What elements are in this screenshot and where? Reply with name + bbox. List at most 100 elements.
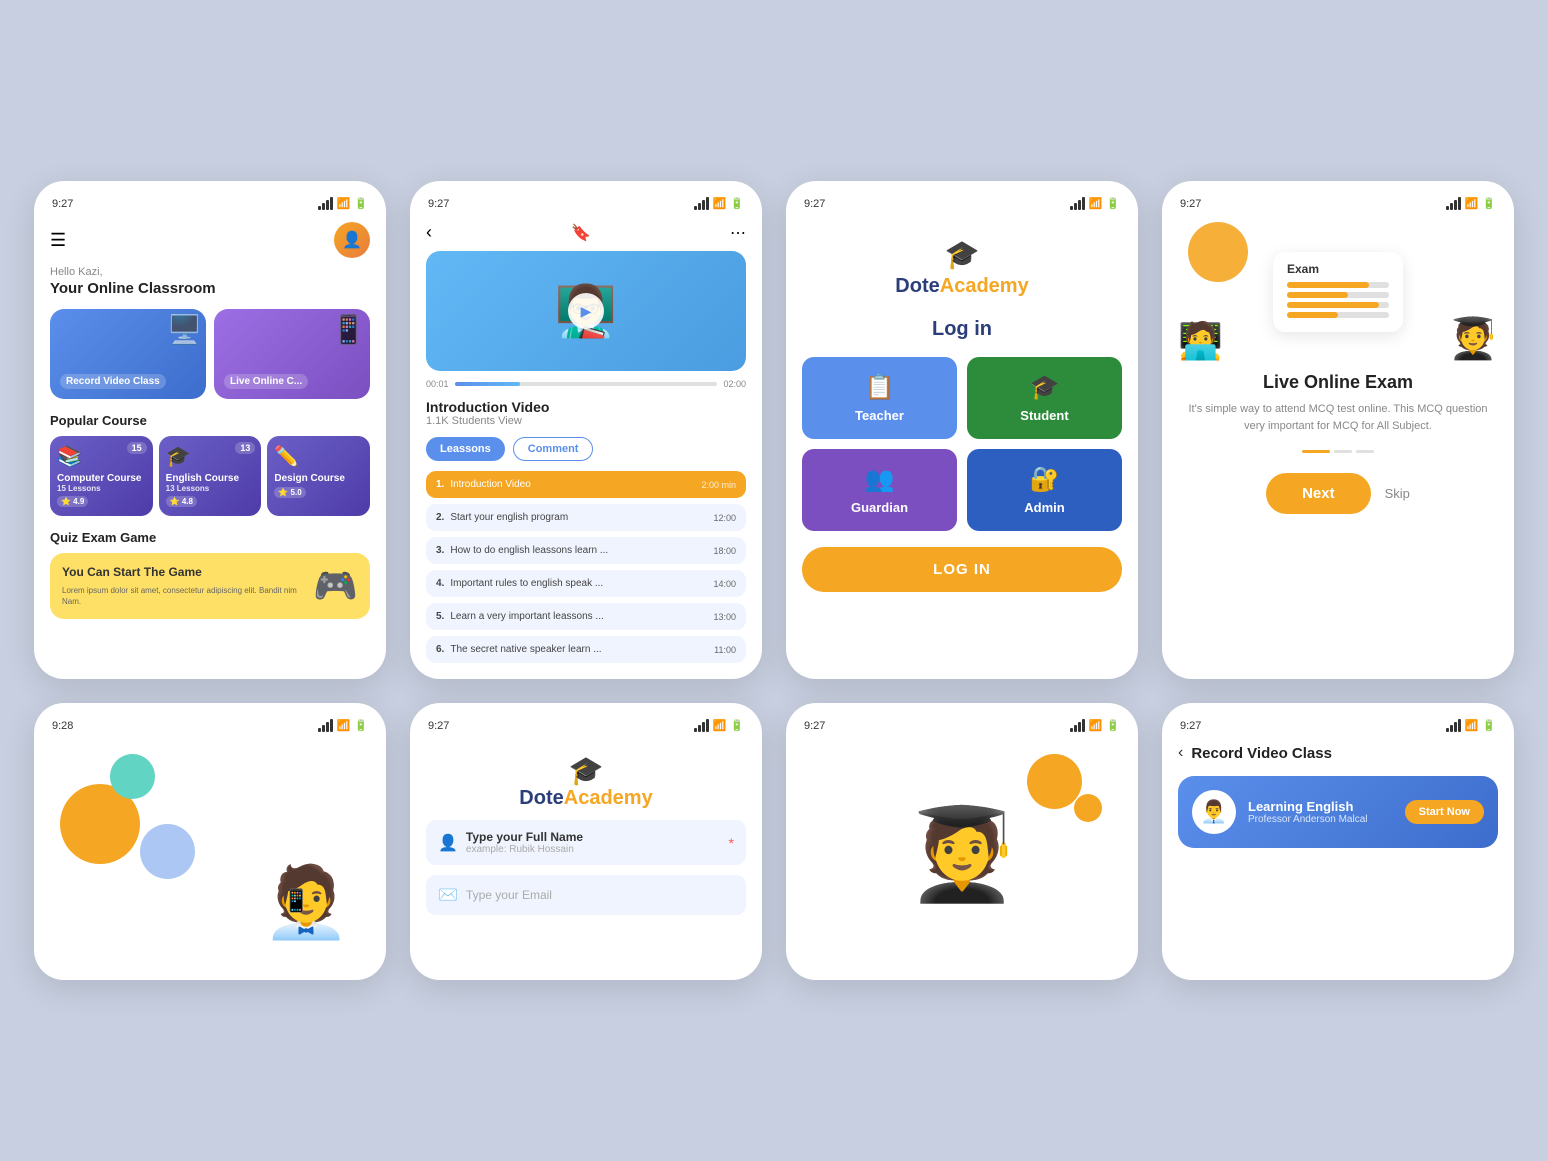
lesson-name-3: How to do english leassons learn ... xyxy=(450,545,707,556)
wifi-icon-4: 📶 xyxy=(1465,197,1479,210)
quiz-box[interactable]: You Can Start The Game Lorem ipsum dolor… xyxy=(50,553,370,619)
video-course-card[interactable]: 👨‍💼 Learning English Professor Anderson … xyxy=(1178,776,1498,848)
lesson-time-3: 18:00 xyxy=(713,546,736,556)
lesson-item-3[interactable]: 3. How to do english leassons learn ... … xyxy=(426,537,746,564)
lesson-name-1: Introduction Video xyxy=(450,479,695,490)
course-num-2: 13 xyxy=(235,442,255,454)
student-label: Student xyxy=(1020,408,1068,423)
course-item-2[interactable]: 🎓 English Course 13 Lessons ⭐ 4.8 13 xyxy=(159,436,262,516)
back-btn-2[interactable]: ‹ xyxy=(426,222,432,243)
student-left-icon: 🧑‍💻 xyxy=(1178,320,1223,362)
progress-track[interactable] xyxy=(455,382,718,386)
required-mark-1: * xyxy=(729,835,734,851)
battery-icon-5: 🔋 xyxy=(354,719,368,732)
circle-blue xyxy=(140,824,195,879)
next-button[interactable]: Next xyxy=(1266,473,1371,514)
course-rating-2: ⭐ 4.8 xyxy=(166,496,197,507)
quiz-illustration: 🎮 xyxy=(313,565,358,607)
dot-2 xyxy=(1334,450,1352,453)
video-title: Introduction Video xyxy=(426,399,746,415)
user-icon-input: 👤 xyxy=(438,833,458,853)
course-item-1[interactable]: 📚 Computer Course 15 Lessons ⭐ 4.9 15 xyxy=(50,436,153,516)
exam-card: Exam xyxy=(1273,252,1403,332)
teacher-avatar: 👨‍💼 xyxy=(1192,790,1236,834)
battery-icon-2: 🔋 xyxy=(730,197,744,210)
back-button-8[interactable]: ‹ xyxy=(1178,744,1183,762)
time-3: 9:27 xyxy=(804,198,825,210)
teacher-name: Professor Anderson Malcal xyxy=(1248,814,1393,825)
role-admin[interactable]: 🔐 Admin xyxy=(967,449,1122,531)
record-video-card[interactable]: 🖥️ Record Video Class xyxy=(50,309,206,399)
lesson-time-4: 14:00 xyxy=(713,579,736,589)
role-guardian[interactable]: 👥 Guardian xyxy=(802,449,957,531)
menu-icon[interactable]: ☰ xyxy=(50,230,66,251)
fullname-text-area: Type your Full Name example: Rubik Hossa… xyxy=(466,830,721,855)
quiz-text: You Can Start The Game Lorem ipsum dolor… xyxy=(62,565,303,607)
fullname-example: example: Rubik Hossain xyxy=(466,844,721,855)
video-nav-header: ‹ 🔖 ⋯ xyxy=(426,222,746,243)
guardian-label: Guardian xyxy=(851,500,908,515)
lesson-list: 1. Introduction Video 2:00 min 2. Start … xyxy=(426,471,746,663)
lesson-name-5: Learn a very important leassons ... xyxy=(450,611,707,622)
tab-comment[interactable]: Comment xyxy=(513,437,594,461)
bookmark-icon[interactable]: 🔖 xyxy=(571,223,591,243)
illustration-area: 🧑‍💼 📱 xyxy=(50,744,370,944)
register-logo: 🎓 DoteAcademy xyxy=(426,744,746,820)
status-bar-7: 9:27 📶 🔋 xyxy=(802,719,1122,732)
course-lessons-2: 13 Lessons xyxy=(166,484,255,493)
lesson-item-6[interactable]: 6. The secret native speaker learn ... 1… xyxy=(426,636,746,663)
role-teacher[interactable]: 📋 Teacher xyxy=(802,357,957,439)
course-rating-1: ⭐ 4.9 xyxy=(57,496,88,507)
video-thumbnail[interactable]: 👨‍🏫 ▶ xyxy=(426,251,746,371)
guardian-icon: 👥 xyxy=(865,465,895,494)
live-online-card[interactable]: 📱 Live Online C... xyxy=(214,309,370,399)
lesson-item-1[interactable]: 1. Introduction Video 2:00 min xyxy=(426,471,746,498)
phone-register: 9:27 📶 🔋 🎓 DoteAcademy 👤 Type your Full … xyxy=(410,703,762,980)
tab-lessons[interactable]: Leassons xyxy=(426,437,505,461)
play-button[interactable]: ▶ xyxy=(568,293,604,329)
lesson-name-4: Important rules to english speak ... xyxy=(450,578,707,589)
app-header-1: ☰ 👤 xyxy=(50,222,370,258)
more-icon[interactable]: ⋯ xyxy=(730,223,746,243)
greeting-small: Hello Kazi, xyxy=(50,266,370,278)
skip-link[interactable]: Skip xyxy=(1385,486,1410,501)
lesson-item-2[interactable]: 2. Start your english program 12:00 xyxy=(426,504,746,531)
student-icon: 🎓 xyxy=(1030,373,1060,402)
exam-card-title: Exam xyxy=(1287,262,1389,276)
exam-illustration: Exam 🧑‍💻 🧑‍🎓 xyxy=(1178,222,1498,362)
video-views: 1.1K Students View xyxy=(426,415,746,427)
lesson-name-2: Start your english program xyxy=(450,512,707,523)
email-input-field[interactable]: ✉️ Type your Email xyxy=(426,875,746,915)
teacher-label: Teacher xyxy=(855,408,904,423)
record-nav-header: ‹ Record Video Class xyxy=(1178,744,1498,762)
avatar[interactable]: 👤 xyxy=(334,222,370,258)
wifi-icon-3: 📶 xyxy=(1089,197,1103,210)
time-4: 9:27 xyxy=(1180,198,1201,210)
status-bar-4: 9:27 📶 🔋 xyxy=(1178,197,1498,210)
lesson-item-4[interactable]: 4. Important rules to english speak ... … xyxy=(426,570,746,597)
role-student[interactable]: 🎓 Student xyxy=(967,357,1122,439)
role-grid: 📋 Teacher 🎓 Student 👥 Guardian 🔐 Admin xyxy=(802,357,1122,531)
fullname-input-field[interactable]: 👤 Type your Full Name example: Rubik Hos… xyxy=(426,820,746,865)
video-progress: 00:01 02:00 xyxy=(426,379,746,389)
wifi-icon-2: 📶 xyxy=(713,197,727,210)
lesson-time-2: 12:00 xyxy=(713,513,736,523)
start-now-button[interactable]: Start Now xyxy=(1405,800,1484,824)
login-button[interactable]: LOG IN xyxy=(802,547,1122,592)
battery-icon-1: 🔋 xyxy=(354,197,368,210)
student-circle-1 xyxy=(1027,754,1082,809)
phone-exam: 9:27 📶 🔋 Exam 🧑‍💻 🧑‍🎓 Live Online Exam xyxy=(1162,181,1514,679)
popular-courses: 📚 Computer Course 15 Lessons ⭐ 4.9 15 🎓 … xyxy=(50,436,370,516)
lesson-num-4: 4. xyxy=(436,578,444,589)
status-bar-6: 9:27 📶 🔋 xyxy=(426,719,746,732)
lesson-num-3: 3. xyxy=(436,545,444,556)
wifi-icon-8: 📶 xyxy=(1465,719,1479,732)
lesson-num-2: 2. xyxy=(436,512,444,523)
exam-description: It's simple way to attend MCQ test onlin… xyxy=(1178,401,1498,434)
course-item-3[interactable]: ✏️ Design Course ⭐ 5.0 xyxy=(267,436,370,516)
lesson-num-6: 6. xyxy=(436,644,444,655)
student-reading-illustration: 🧑‍🎓 xyxy=(906,802,1018,907)
lesson-item-5[interactable]: 5. Learn a very important leassons ... 1… xyxy=(426,603,746,630)
course-name: Learning English xyxy=(1248,799,1393,814)
status-bar-5: 9:28 📶 🔋 xyxy=(50,719,370,732)
